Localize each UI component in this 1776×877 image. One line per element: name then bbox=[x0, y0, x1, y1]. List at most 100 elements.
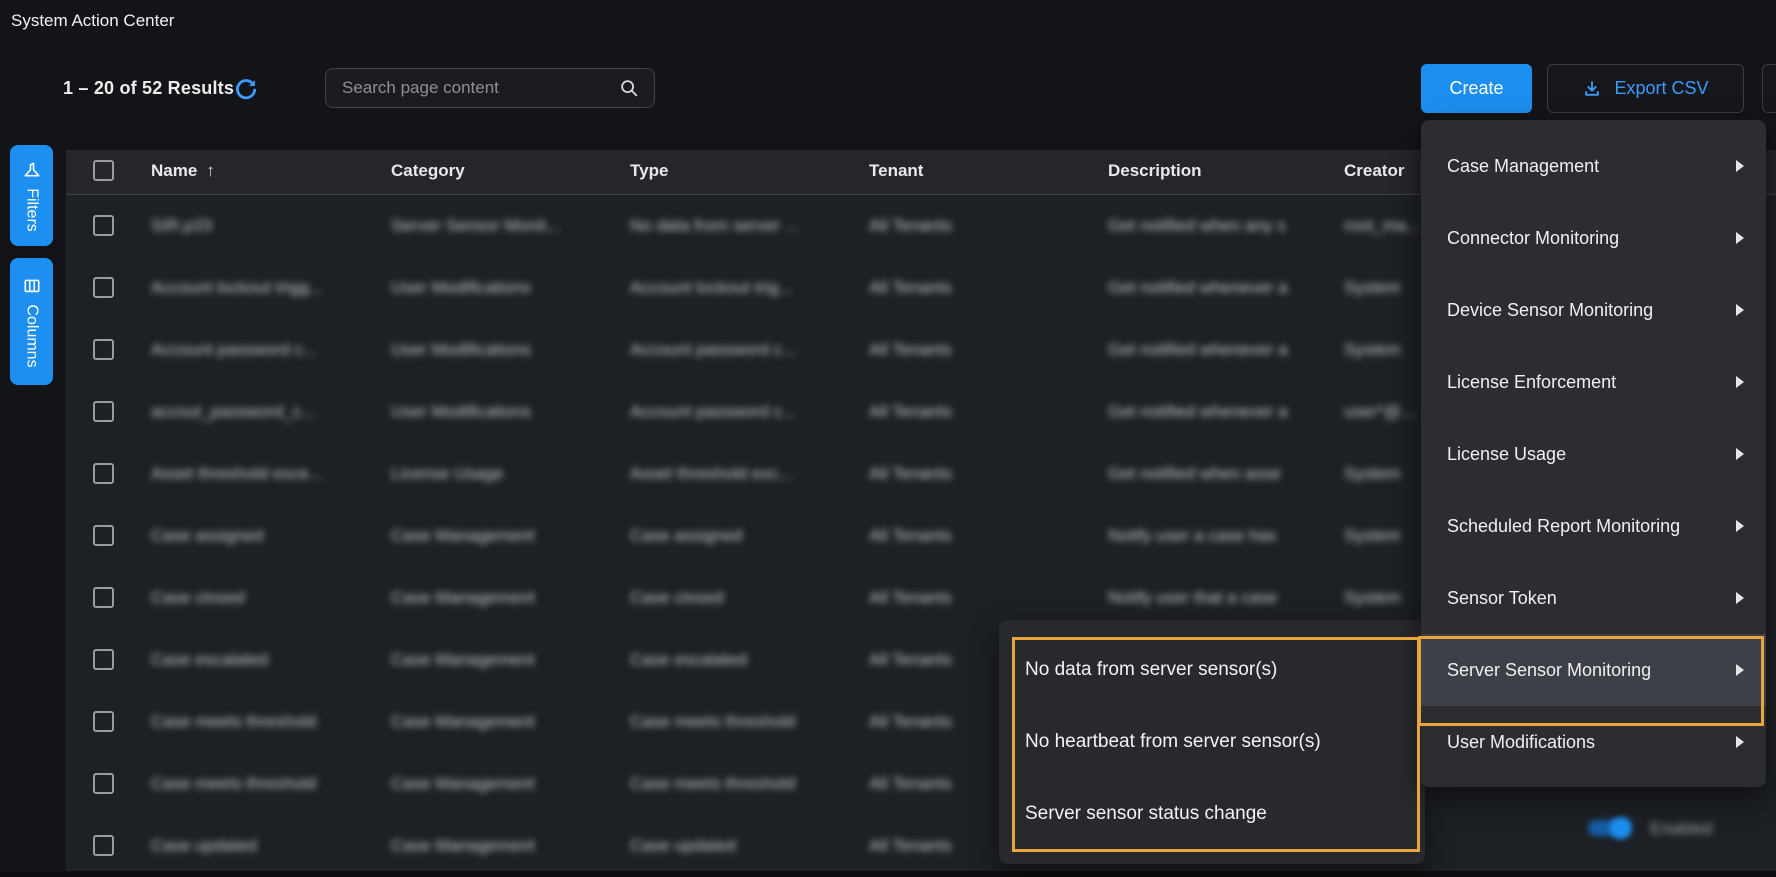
menu-item-user-modifications[interactable]: User Modifications bbox=[1421, 706, 1766, 778]
cell-description: Get notified whenever a bbox=[1108, 278, 1313, 298]
cell-tenant: All Tenants bbox=[869, 588, 999, 608]
columns-button[interactable]: Columns bbox=[10, 258, 53, 385]
refresh-button[interactable] bbox=[232, 76, 260, 104]
cell-name: Case meets threshold bbox=[151, 774, 386, 794]
menu-item-label: Sensor Token bbox=[1447, 588, 1557, 609]
cell-tenant: All Tenants bbox=[869, 216, 999, 236]
menu-item-label: License Enforcement bbox=[1447, 372, 1616, 393]
cell-name: Account lockout trigg... bbox=[151, 278, 386, 298]
row-checkbox[interactable] bbox=[93, 215, 114, 236]
cell-type: Case meets threshold bbox=[630, 774, 860, 794]
search-input[interactable] bbox=[342, 69, 602, 107]
results-count: 1 – 20 of 52 Results bbox=[63, 78, 234, 99]
cell-tenant: All Tenants bbox=[869, 774, 999, 794]
submenu-arrow-icon bbox=[1736, 448, 1744, 460]
cell-tenant: All Tenants bbox=[869, 464, 999, 484]
menu-item-label: Scheduled Report Monitoring bbox=[1447, 516, 1680, 537]
cell-category: User Modifications bbox=[391, 340, 621, 360]
menu-item-scheduled-report-monitoring[interactable]: Scheduled Report Monitoring bbox=[1421, 490, 1766, 562]
submenu-arrow-icon bbox=[1736, 376, 1744, 388]
submenu-item-no-heartbeat-from-server-sensor-s-[interactable]: No heartbeat from server sensor(s) bbox=[999, 706, 1425, 778]
row-checkbox[interactable] bbox=[93, 587, 114, 608]
cell-description: Get notified whenever a bbox=[1108, 340, 1313, 360]
filters-button[interactable]: Filters bbox=[10, 145, 53, 246]
export-csv-label: Export CSV bbox=[1614, 78, 1708, 99]
column-header-label: Type bbox=[630, 161, 668, 181]
menu-item-label: Connector Monitoring bbox=[1447, 228, 1619, 249]
cell-name: Asset threshold exce... bbox=[151, 464, 386, 484]
column-header-name[interactable]: Name↑ bbox=[151, 161, 215, 181]
menu-item-connector-monitoring[interactable]: Connector Monitoring bbox=[1421, 202, 1766, 274]
column-header-label: Category bbox=[391, 161, 465, 181]
enabled-toggle-thumb[interactable] bbox=[1610, 817, 1632, 839]
menu-item-label: Device Sensor Monitoring bbox=[1447, 300, 1653, 321]
menu-item-license-enforcement[interactable]: License Enforcement bbox=[1421, 346, 1766, 418]
menu-item-sensor-token[interactable]: Sensor Token bbox=[1421, 562, 1766, 634]
row-checkbox[interactable] bbox=[93, 463, 114, 484]
submenu-item-no-data-from-server-sensor-s-[interactable]: No data from server sensor(s) bbox=[999, 634, 1425, 706]
cell-type: Case updated bbox=[630, 836, 860, 856]
create-button[interactable]: Create bbox=[1421, 64, 1532, 113]
submenu-item-server-sensor-status-change[interactable]: Server sensor status change bbox=[999, 778, 1425, 850]
cell-tenant: All Tenants bbox=[869, 526, 999, 546]
column-header-creator[interactable]: Creator bbox=[1344, 161, 1404, 181]
filters-label: Filters bbox=[23, 188, 41, 232]
select-all-checkbox[interactable] bbox=[93, 160, 114, 181]
menu-item-device-sensor-monitoring[interactable]: Device Sensor Monitoring bbox=[1421, 274, 1766, 346]
row-checkbox[interactable] bbox=[93, 525, 114, 546]
cell-category: User Modifications bbox=[391, 402, 621, 422]
column-header-label: Tenant bbox=[869, 161, 923, 181]
filter-funnel-icon bbox=[22, 160, 41, 179]
cell-category: Case Management bbox=[391, 526, 621, 546]
cell-tenant: All Tenants bbox=[869, 402, 999, 422]
cell-type: Asset threshold exc... bbox=[630, 464, 860, 484]
cell-tenant: All Tenants bbox=[869, 340, 999, 360]
submenu-arrow-icon bbox=[1736, 304, 1744, 316]
columns-icon bbox=[22, 276, 41, 295]
column-header-category[interactable]: Category bbox=[391, 161, 465, 181]
cell-category: Server Sensor Monit... bbox=[391, 216, 621, 236]
column-header-label: Creator bbox=[1344, 161, 1404, 181]
cell-description: Get notified when asse bbox=[1108, 464, 1313, 484]
column-header-type[interactable]: Type bbox=[630, 161, 668, 181]
cell-category: Case Management bbox=[391, 712, 621, 732]
cell-name: Case closed bbox=[151, 588, 386, 608]
export-csv-button[interactable]: Export CSV bbox=[1547, 64, 1744, 113]
cell-category: License Usage bbox=[391, 464, 621, 484]
column-header-description[interactable]: Description bbox=[1108, 161, 1202, 181]
submenu-item-label: Server sensor status change bbox=[1025, 803, 1267, 825]
column-header-tenant[interactable]: Tenant bbox=[869, 161, 923, 181]
row-checkbox[interactable] bbox=[93, 401, 114, 422]
cell-description: Get notified whenever a bbox=[1108, 402, 1313, 422]
column-header-label: Name bbox=[151, 161, 197, 181]
row-checkbox[interactable] bbox=[93, 649, 114, 670]
row-checkbox[interactable] bbox=[93, 277, 114, 298]
menu-item-server-sensor-monitoring[interactable]: Server Sensor Monitoring bbox=[1421, 634, 1766, 706]
cell-category: Case Management bbox=[391, 650, 621, 670]
cell-name: accout_password_c... bbox=[151, 402, 386, 422]
cell-tenant: All Tenants bbox=[869, 836, 999, 856]
row-checkbox[interactable] bbox=[93, 835, 114, 856]
cell-description: Notify user that a case bbox=[1108, 588, 1313, 608]
row-checkbox[interactable] bbox=[93, 711, 114, 732]
cell-name: SIR.p33 bbox=[151, 216, 386, 236]
submenu-arrow-icon bbox=[1736, 736, 1744, 748]
cell-description: Get notified when any s bbox=[1108, 216, 1313, 236]
submenu-arrow-icon bbox=[1736, 520, 1744, 532]
cell-category: Case Management bbox=[391, 836, 621, 856]
create-menu: Case Management Connector Monitoring Devic… bbox=[1421, 120, 1766, 787]
cell-name: Case escalated bbox=[151, 650, 386, 670]
submenu-arrow-icon bbox=[1736, 160, 1744, 172]
clipped-edge-button[interactable] bbox=[1762, 64, 1776, 113]
cell-name: Account password c... bbox=[151, 340, 386, 360]
menu-item-case-management[interactable]: Case Management bbox=[1421, 130, 1766, 202]
server-sensor-submenu: No data from server sensor(s)No heartbea… bbox=[999, 620, 1425, 864]
menu-item-license-usage[interactable]: License Usage bbox=[1421, 418, 1766, 490]
enabled-toggle-label: Enabled bbox=[1650, 819, 1712, 839]
submenu-arrow-icon bbox=[1736, 592, 1744, 604]
row-checkbox[interactable] bbox=[93, 773, 114, 794]
submenu-arrow-icon bbox=[1736, 232, 1744, 244]
cell-type: Case assigned bbox=[630, 526, 860, 546]
row-checkbox[interactable] bbox=[93, 339, 114, 360]
cell-type: Account lockout trig... bbox=[630, 278, 860, 298]
